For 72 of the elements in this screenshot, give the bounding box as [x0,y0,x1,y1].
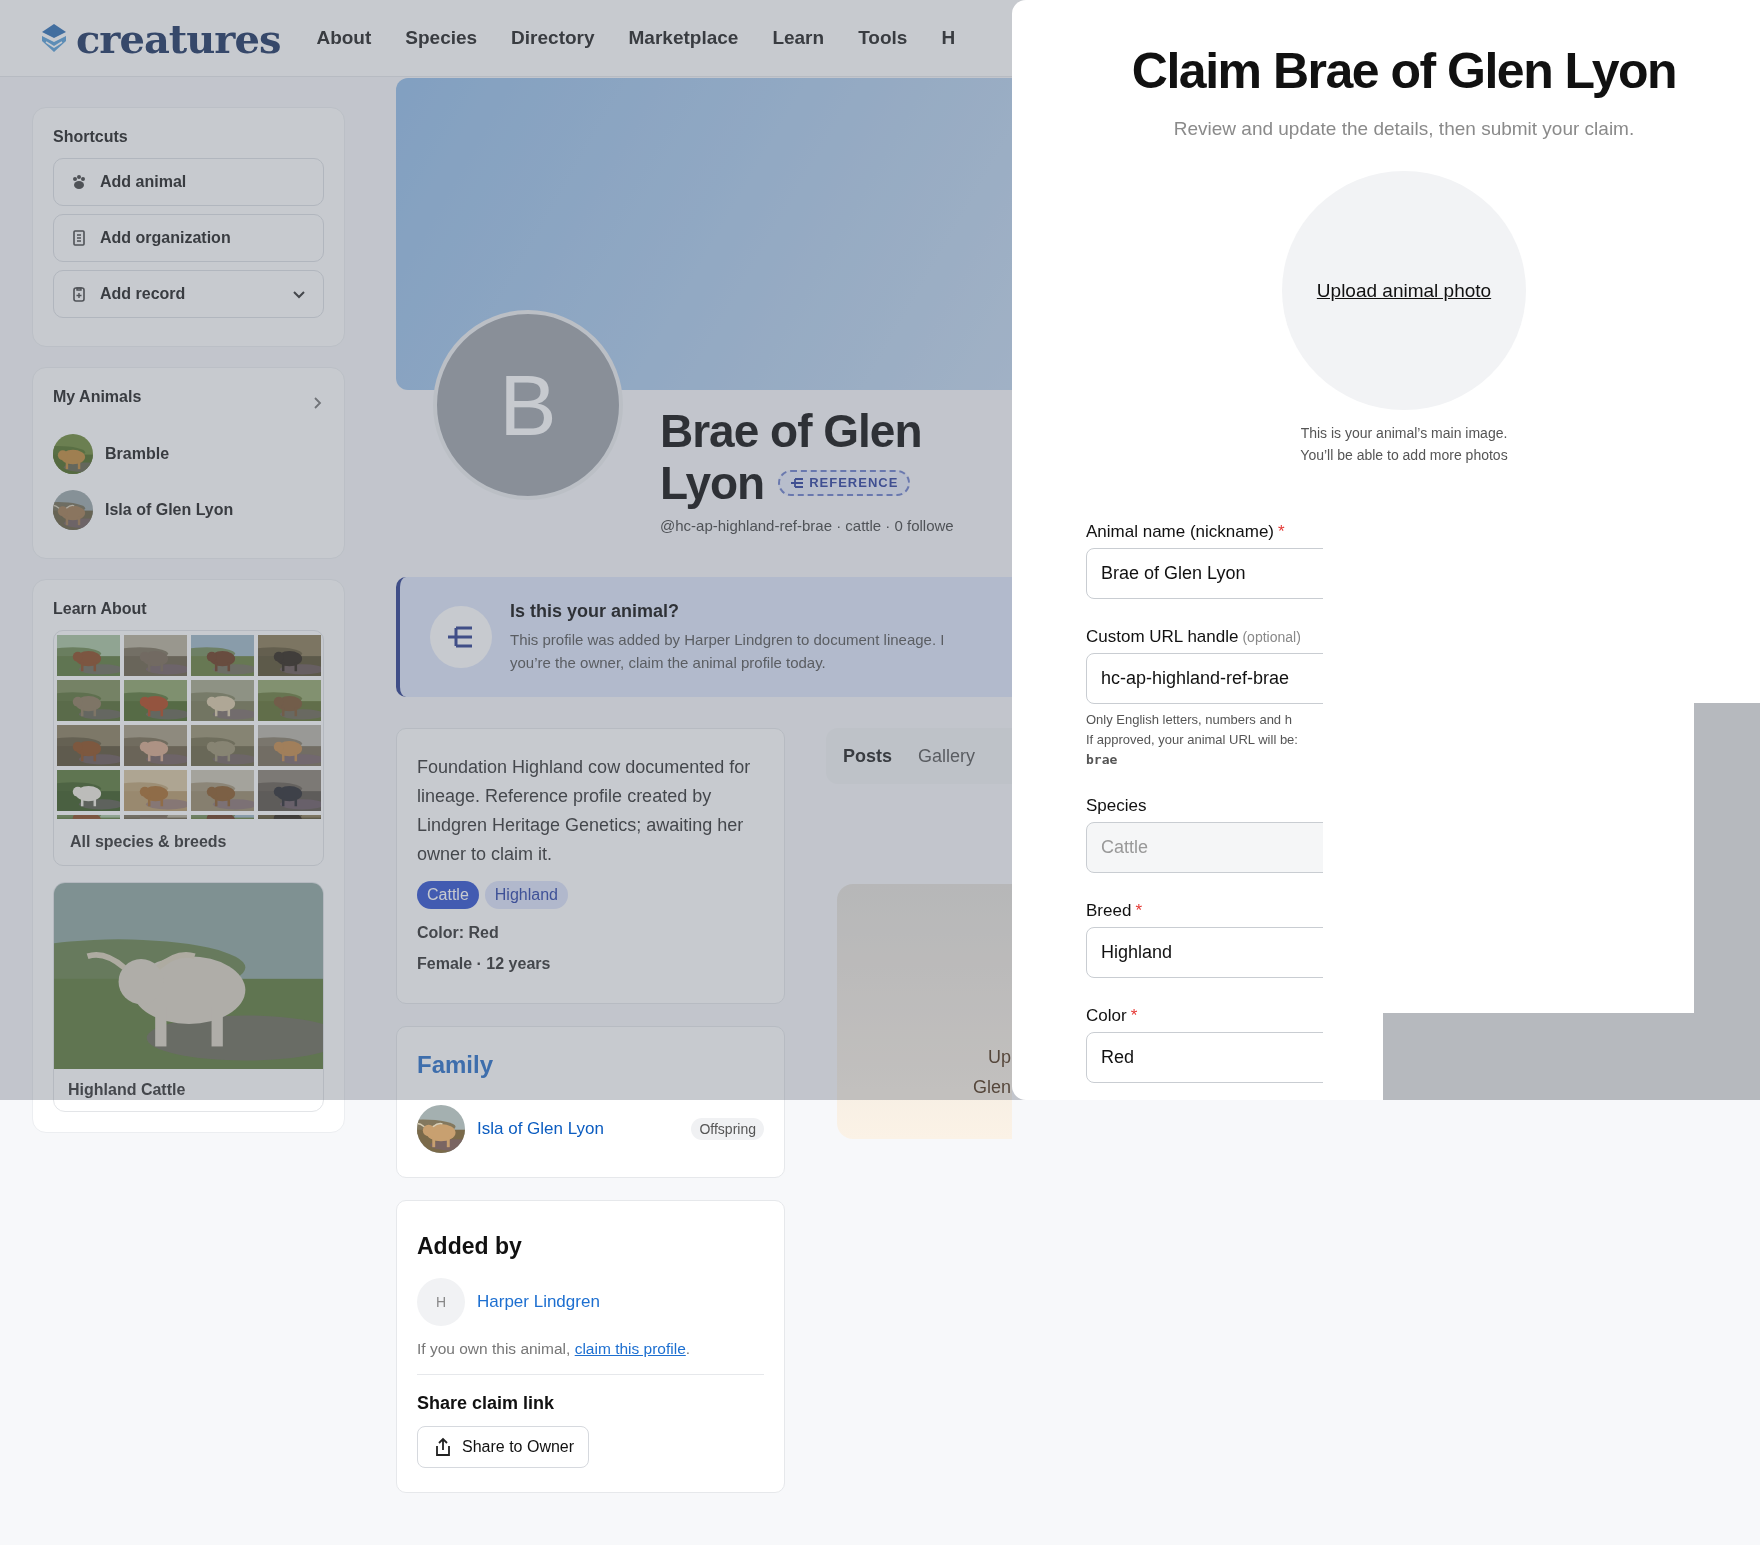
shortcut-button[interactable]: Add animal [53,158,324,206]
shortcut-button[interactable]: Add organization [53,214,324,262]
dialog-subtitle: Review and update the details, then submit your claim. [1173,118,1635,140]
branch-icon [790,477,805,489]
field-label: Species [1086,796,1147,817]
claim-note: If you own this animal, claim this profile. [417,1340,764,1375]
share-icon [434,1437,452,1457]
nav-link[interactable]: H [941,27,956,49]
species-tile-panel[interactable]: All species & breeds [53,630,324,866]
photo-upload-area[interactable]: Upload animal photo [1282,171,1526,411]
hint-text: This is your animal’s main image. [1300,425,1508,442]
description: Foundation Highland cow documented for lineage. Reference profile created by Lindgren Heritage Genetics; awaiting her owner to claim it. [417,756,752,866]
banner-title: Is this your animal? [510,600,680,622]
banner-text: This profile was added by Harper Lindgren to document lineage. I [510,629,945,650]
claim-link[interactable]: claim this profile [574,1340,686,1357]
nav-link[interactable]: Tools [858,27,908,49]
optional-note: (optional) [1242,629,1301,646]
card-title: Added by [417,1233,523,1260]
relation-badge: Offspring [691,1118,764,1140]
field-label: Custom URL handle [1086,627,1239,648]
section-title: My Animals [53,388,142,406]
feature-caption: Highland Cattle [67,1080,187,1100]
input-field[interactable]: Brae of Glen Lyon [1086,548,1323,600]
field-label: Animal name (nickname) [1086,522,1274,543]
user-link[interactable]: Harper Lindgren [477,1292,600,1312]
required-mark: * [1278,522,1285,543]
banner-text: you’re the owner, claim the animal profile today. [510,652,826,673]
profile-meta: @hc-ap-highland-ref-brae · cattle · 0 followe [660,517,954,534]
help-text: Only English letters, numbers and h [1086,711,1292,730]
empty-message: Glen [972,1077,1011,1097]
tag[interactable]: Cattle [417,881,479,909]
nav-link[interactable]: Directory [511,27,595,49]
section-title: Shortcuts [53,128,129,146]
input-field[interactable]: hc-ap-highland-ref-brae [1086,653,1323,705]
input-field[interactable]: Highland [1086,927,1323,979]
tab[interactable]: Gallery [918,745,976,767]
user-avatar: H [417,1278,465,1326]
share-button[interactable]: Share to Owner [417,1426,590,1468]
member-link[interactable]: Isla of Glen Lyon [477,1119,680,1139]
field-label: Color [1086,1006,1127,1027]
url-preview: brae [1086,752,1118,768]
feature-card[interactable]: Highland Cattle [53,882,324,1112]
nav-link[interactable]: Learn [772,27,825,49]
paw-icon [70,173,88,191]
color-text: Color: Red [417,923,500,943]
help-text: If approved, your animal URL will be: [1086,731,1298,750]
building-icon [70,229,88,247]
upload-link[interactable]: Upload animal photo [1316,279,1492,302]
field-label: Breed [1086,901,1132,922]
required-mark: * [1135,901,1142,922]
animal-link[interactable]: Isla of Glen Lyon [105,501,234,519]
empty-message: Up [988,1047,1011,1067]
nav-link[interactable]: Marketplace [628,27,739,49]
input-field[interactable]: Red [1086,1032,1323,1084]
reference-badge: REFERENCE [778,470,911,496]
hint-text: You’ll be able to add more photos [1300,447,1508,464]
required-mark: * [1130,1006,1138,1027]
nav-link[interactable]: Species [405,27,478,49]
tab[interactable]: Posts [843,745,893,767]
section-title: Learn About [53,600,148,618]
animal-link[interactable]: Bramble [105,445,170,463]
section-title: Share claim link [417,1393,556,1414]
profile-name: Lyon [660,457,765,509]
dialog-title: Claim Brae of Glen Lyon [1131,42,1677,100]
shortcut-button[interactable]: Add record [53,270,324,318]
species-link[interactable]: All species & breeds [58,819,319,865]
clipboard-icon [70,285,88,303]
logo-text[interactable]: creatures [76,14,281,62]
sex-age-text: Female · 12 years [417,954,552,974]
nav-link[interactable]: About [316,27,372,49]
profile-name: Brae of Glen [660,405,922,457]
tag[interactable]: Highland [484,881,568,909]
